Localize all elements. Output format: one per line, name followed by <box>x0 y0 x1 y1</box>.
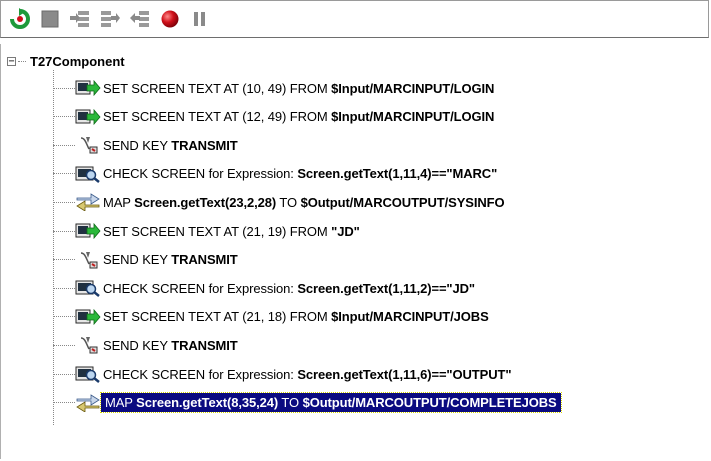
step-over-icon[interactable] <box>99 8 121 30</box>
tree-node[interactable]: SET SCREEN TEXT AT (12, 49) FROM $Input/… <box>53 105 494 129</box>
node-suffix-text: TO <box>276 194 301 210</box>
tree-connector <box>53 316 75 318</box>
check-screen-icon <box>75 164 101 184</box>
node-prefix-text: SEND KEY <box>103 252 172 268</box>
tree-node-label: CHECK SCREEN for Expression: Screen.getT… <box>103 366 512 382</box>
node-prefix-text: SEND KEY <box>103 337 172 353</box>
tree-node-label: CHECK SCREEN for Expression: Screen.getT… <box>103 281 475 296</box>
tree-node[interactable]: SEND KEY TRANSMIT <box>53 248 238 272</box>
node-prefix-text: CHECK SCREEN for Expression: <box>103 280 298 296</box>
toolbar <box>0 0 709 38</box>
node-prefix-text: SET SCREEN TEXT AT (10, 49) FROM <box>103 80 332 96</box>
step-into-icon[interactable] <box>69 8 91 30</box>
tree-connector <box>53 116 75 118</box>
node-suffix-text: TO <box>278 395 303 411</box>
node-argument: $Input/MARCINPUT/LOGIN <box>331 80 495 96</box>
check-screen-icon <box>75 278 101 298</box>
node-target: $Output/MARCOUTPUT/SYSINFO <box>300 194 505 210</box>
tree-node[interactable]: SEND KEY TRANSMIT <box>53 333 238 357</box>
tree-node-label: SET SCREEN TEXT AT (21, 18) FROM $Input/… <box>103 309 489 324</box>
set-screen-text-icon <box>75 107 101 127</box>
tree-node-label: SEND KEY TRANSMIT <box>103 252 238 267</box>
node-argument: "JD" <box>331 223 360 239</box>
node-argument: Screen.getText(1,11,4)=="MARC" <box>297 166 498 182</box>
send-key-icon <box>75 335 101 355</box>
tree-node[interactable]: SET SCREEN TEXT AT (10, 49) FROM $Input/… <box>53 76 494 100</box>
script-tree: − T27Component SET SCREEN TEXT AT (10, 4… <box>0 44 709 459</box>
node-prefix-text: SEND KEY <box>103 137 172 153</box>
tree-node[interactable]: SET SCREEN TEXT AT (21, 18) FROM $Input/… <box>53 305 489 329</box>
tree-node-label: SET SCREEN TEXT AT (12, 49) FROM $Input/… <box>103 109 494 124</box>
send-key-icon <box>75 250 101 270</box>
set-screen-text-icon <box>75 307 101 327</box>
tree-node-label: MAP Screen.getText(23,2,28) TO $Output/M… <box>103 195 505 210</box>
node-target: $Output/MARCOUTPUT/COMPLETEJOBS <box>302 395 557 411</box>
tree-node[interactable]: CHECK SCREEN for Expression: Screen.getT… <box>53 162 497 186</box>
collapse-icon[interactable]: − <box>7 56 16 66</box>
tree-connector <box>53 87 75 89</box>
pause-icon[interactable] <box>189 8 211 30</box>
tree-node-label: MAP Screen.getText(8,35,24) TO $Output/M… <box>100 392 562 414</box>
step-out-icon[interactable] <box>129 8 151 30</box>
stop-icon[interactable] <box>39 8 61 30</box>
tree-connector <box>53 144 75 146</box>
root-label: T27Component <box>30 53 125 69</box>
tree-node-label: SEND KEY TRANSMIT <box>103 338 238 353</box>
tree-connector <box>18 60 26 62</box>
record-icon[interactable] <box>159 8 181 30</box>
tree-connector <box>53 230 75 232</box>
tree-connector <box>53 373 75 375</box>
node-argument: Screen.getText(1,11,6)=="OUTPUT" <box>297 366 512 382</box>
set-screen-text-icon <box>75 221 101 241</box>
node-prefix-text: MAP <box>103 194 135 210</box>
tree-node-label: SET SCREEN TEXT AT (21, 19) FROM "JD" <box>103 224 360 239</box>
tree-node[interactable]: CHECK SCREEN for Expression: Screen.getT… <box>53 276 475 300</box>
check-screen-icon <box>75 364 101 384</box>
tree-connector <box>53 259 75 261</box>
node-argument: Screen.getText(1,11,2)=="JD" <box>297 280 475 296</box>
node-argument: TRANSMIT <box>171 252 238 268</box>
send-key-icon <box>75 135 101 155</box>
node-prefix-text: SET SCREEN TEXT AT (21, 19) FROM <box>103 223 332 239</box>
tree-node-label: SET SCREEN TEXT AT (10, 49) FROM $Input/… <box>103 81 494 96</box>
tree-connector <box>53 201 75 203</box>
node-argument: Screen.getText(23,2,28) <box>134 194 277 210</box>
node-argument: Screen.getText(8,35,24) <box>136 395 279 411</box>
tree-node-label: SEND KEY TRANSMIT <box>103 138 238 153</box>
tree-node[interactable]: MAP Screen.getText(23,2,28) TO $Output/M… <box>53 190 505 214</box>
tree-connector <box>53 402 75 404</box>
tree-root[interactable]: − T27Component <box>7 52 125 70</box>
set-screen-text-icon <box>75 78 101 98</box>
node-argument: TRANSMIT <box>171 337 238 353</box>
node-argument: TRANSMIT <box>171 137 238 153</box>
tree-connector <box>53 287 75 289</box>
node-prefix-text: SET SCREEN TEXT AT (12, 49) FROM <box>103 109 332 125</box>
node-prefix-text: CHECK SCREEN for Expression: <box>103 366 298 382</box>
tree-node[interactable]: CHECK SCREEN for Expression: Screen.getT… <box>53 362 512 386</box>
node-prefix-text: MAP <box>105 395 137 411</box>
tree-node[interactable]: MAP Screen.getText(8,35,24) TO $Output/M… <box>53 391 562 415</box>
tree-connector <box>53 344 75 346</box>
node-prefix-text: CHECK SCREEN for Expression: <box>103 166 298 182</box>
run-icon[interactable] <box>9 8 31 30</box>
tree-node-label: CHECK SCREEN for Expression: Screen.getT… <box>103 166 497 181</box>
tree-node[interactable]: SEND KEY TRANSMIT <box>53 133 238 157</box>
node-argument: $Input/MARCINPUT/LOGIN <box>331 109 495 125</box>
map-icon <box>75 393 101 413</box>
node-prefix-text: SET SCREEN TEXT AT (21, 18) FROM <box>103 309 332 325</box>
tree-node[interactable]: SET SCREEN TEXT AT (21, 19) FROM "JD" <box>53 219 360 243</box>
tree-connector <box>53 173 75 175</box>
node-argument: $Input/MARCINPUT/JOBS <box>331 309 489 325</box>
map-icon <box>75 192 101 212</box>
